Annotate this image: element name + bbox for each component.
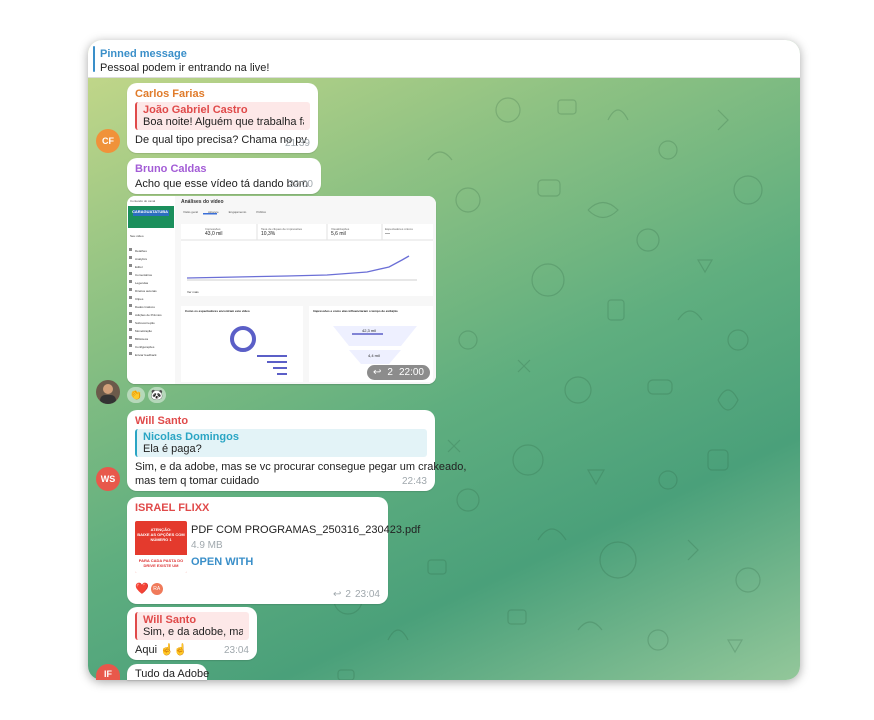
reply-arrow-icon: ↩	[373, 367, 382, 378]
menu-item: Legendas	[135, 281, 149, 285]
reply-text: Sim, e da adobe, mas s...	[143, 626, 243, 638]
message-meta: ↩ 2 23:04	[333, 589, 380, 600]
menu-item: Configurações	[135, 345, 155, 349]
reply-arrow-icon: ↩	[333, 589, 342, 600]
menu-item: Clipes	[135, 297, 144, 301]
reaction-chip[interactable]: ❤️ RA	[135, 582, 163, 595]
message-text: Acho que esse vídeo tá dando bom	[135, 178, 309, 190]
message-text-line-1: Sim, e da adobe, mas se vc procurar cons…	[135, 461, 467, 473]
menu-item: Editor	[135, 265, 143, 269]
thumb-line: NÚMERO 1	[150, 537, 172, 542]
metric-4: Espectadores únicos —	[385, 227, 413, 237]
reply-quote[interactable]: Nicolas Domingos Ela é paga?	[135, 429, 427, 457]
screenshot-menu: Detalhes Analytics Editor Comentários Le…	[135, 247, 162, 359]
reply-name: Nicolas Domingos	[143, 431, 239, 443]
message-time: 22:00	[398, 367, 424, 378]
metric-value: 10,3%	[261, 231, 276, 237]
tab: Engajamento	[228, 210, 247, 214]
message-bubble-israel[interactable]: ISRAEL FLIXX ATENÇÃO: BAIXE AS OPÇÕES CO…	[127, 497, 420, 604]
pinned-text: Pessoal podem ir entrando na live!	[100, 62, 270, 74]
sender-name: Carlos Farias	[135, 88, 205, 100]
reply-text: Boa noite! Alguém que trabalha faze...	[143, 116, 304, 128]
metric-2: Taxa de cliques de impressões 10,3%	[261, 227, 302, 237]
thumb-line: DRIVE EXISTE UM	[143, 563, 179, 568]
panda-reaction-icon[interactable]: 🐼	[148, 387, 166, 403]
menu-item: Sobrecorreção	[135, 321, 155, 325]
menu-item: Enviar feedback	[135, 353, 157, 357]
reactor-avatar: RA	[150, 582, 163, 595]
message-time: 21:39	[284, 138, 310, 149]
avatar-bruno-photo[interactable]	[96, 380, 120, 404]
metric-1: Impressões 43,0 mil	[205, 227, 223, 237]
menu-item: Dados Inativos	[135, 305, 155, 309]
menu-item: Monetização	[135, 329, 153, 333]
see-more-label: Ver mais	[187, 290, 199, 294]
file-name[interactable]: PDF COM PROGRAMAS_250316_230423.pdf	[191, 524, 420, 536]
panel-1-title: Como os espectadores encontram este víde…	[185, 309, 250, 313]
screenshot-sidebar-title: Conteúdo do canal	[130, 199, 156, 203]
metric-value: —	[385, 231, 390, 237]
message-text: Tudo da Adobe	[135, 668, 210, 680]
menu-item: Analytics	[135, 257, 148, 261]
tab: Público	[256, 210, 267, 214]
funnel-value-2: 4,4 mil	[368, 353, 380, 358]
person-icon	[100, 384, 116, 404]
message-time: 23:04	[223, 645, 249, 656]
open-with-button[interactable]: OPEN WITH	[191, 556, 253, 568]
panel-2-title: Impressões e como elas influenciaram o t…	[313, 309, 398, 313]
menu-item: Biblioteca	[135, 337, 149, 341]
menu-item: Detalhes	[135, 249, 147, 253]
message-text: De qual tipo precisa? Chama no pv	[135, 134, 307, 146]
screenshot-thumb-text: CARAGUATATUBA	[132, 209, 168, 214]
analytics-screenshot	[127, 196, 436, 384]
reactions-row: 👏 🐼	[127, 387, 166, 403]
avatar-cf[interactable]: CF	[96, 129, 120, 153]
reply-count[interactable]: 2	[345, 589, 351, 600]
message-bubble-partial[interactable]: Tudo da Adobe	[127, 664, 210, 680]
tab: Visão geral	[183, 210, 198, 214]
sender-name: Will Santo	[135, 415, 189, 427]
pinned-title: Pinned message	[100, 48, 187, 60]
pdf-thumbnail[interactable]: ATENÇÃO: BAIXE AS OPÇÕES COM NÚMERO 1 PA…	[135, 521, 187, 573]
menu-item: Adições de Prêmios	[135, 313, 162, 317]
screenshot-image[interactable]: Análises do vídeo Conteúdo do canal CARA…	[127, 196, 436, 384]
reply-quote[interactable]: Will Santo Sim, e da adobe, mas s...	[135, 612, 249, 640]
screenshot-video-label: Seu vídeo	[130, 234, 144, 238]
sender-name: ISRAEL FLIXX	[135, 502, 210, 514]
pinned-message[interactable]: Pinned message Pessoal podem ir entrando…	[88, 40, 800, 78]
message-time: 22:00	[287, 179, 313, 190]
heart-reaction-icon: ❤️	[135, 583, 149, 595]
menu-item: Direitos autorais	[135, 289, 157, 293]
message-text-line-2: mas tem q tomar cuidado	[135, 475, 260, 487]
clap-reaction-icon[interactable]: 👏	[127, 387, 145, 403]
message-bubble-will[interactable]: Will Santo Nicolas Domingos Ela é paga? …	[127, 410, 467, 491]
screenshot-header: Análises do vídeo	[181, 199, 224, 205]
reply-name: João Gabriel Castro	[143, 104, 248, 116]
screenshot-tabs: Visão geral Alcance Engajamento Público	[183, 210, 266, 214]
menu-item: Comentários	[135, 273, 153, 277]
message-bubble-bruno[interactable]: Bruno Caldas Acho que esse vídeo tá dand…	[127, 158, 321, 194]
message-bubble-carlos[interactable]: Carlos Farias João Gabriel Castro Boa no…	[127, 83, 318, 153]
metric-value: 43,0 mil	[205, 231, 223, 237]
sender-name: Bruno Caldas	[135, 163, 207, 175]
reply-text: Ela é paga?	[143, 443, 202, 455]
message-time: 23:04	[354, 589, 380, 600]
message-bubble-reply-will[interactable]: Will Santo Sim, e da adobe, mas s... Aqu…	[127, 607, 257, 660]
metric-value: 5,6 mil	[331, 231, 346, 237]
tab: Alcance	[207, 210, 219, 214]
reply-quote[interactable]: João Gabriel Castro Boa noite! Alguém qu…	[135, 102, 310, 130]
message-time: 22:43	[401, 476, 427, 487]
image-meta-pill[interactable]: ↩ 2 22:00	[367, 365, 430, 380]
reply-name: Will Santo	[143, 614, 197, 626]
reply-count: 2	[387, 367, 393, 378]
funnel-value: 42,3 mil	[362, 328, 377, 333]
file-size: 4.9 MB	[191, 540, 223, 551]
pinned-accent-bar	[93, 46, 95, 72]
metric-3: Visualizações 5,6 mil	[331, 227, 349, 237]
avatar-ws[interactable]: WS	[96, 467, 120, 491]
